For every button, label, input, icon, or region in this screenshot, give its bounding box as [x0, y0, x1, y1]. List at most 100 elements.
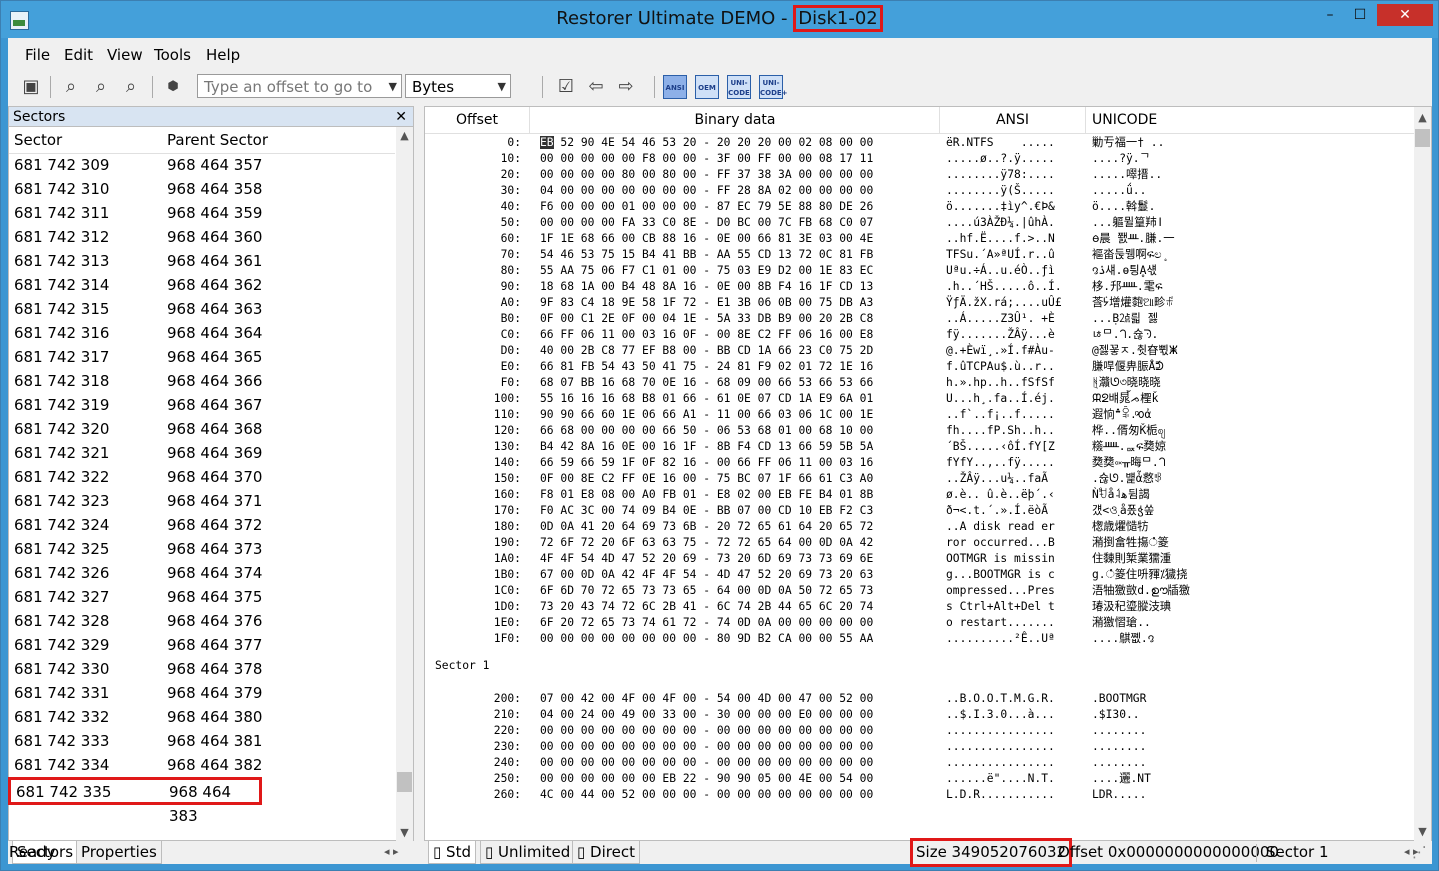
- hex-line-bytes[interactable]: 67 00 0D 0A 42 4F 4F 54 - 4D 47 52 20 69…: [540, 567, 873, 583]
- hex-line-ansi[interactable]: ....ú3ÀŽÐ¼.|ûhÀ.: [946, 215, 1055, 231]
- hex-line-unicode[interactable]: ...Ḅ㍚릛 젫: [1092, 311, 1158, 327]
- hex-line-ansi[interactable]: ompressed...Pres: [946, 583, 1055, 599]
- hex-line-ansi[interactable]: ´BŠ.....‹ôÍ.fY[Z: [946, 439, 1055, 455]
- hex-line-ansi[interactable]: ..f`..f¡..f.....: [946, 407, 1055, 423]
- hex-line-unicode[interactable]: @젫꾷ﾸ.췻昚쀣ⵥ: [1092, 343, 1178, 359]
- table-row[interactable]: 681 742 328 968 464 376: [9, 609, 395, 633]
- table-row[interactable]: 681 742 333 968 464 381: [9, 729, 395, 753]
- menu-file[interactable]: File: [25, 46, 50, 64]
- hex-line-unicode[interactable]: 奦奦༟ᚂ晦ᄆ.ᘃ: [1092, 455, 1165, 471]
- hex-line-bytes[interactable]: 90 90 66 60 1E 06 66 A1 - 11 00 66 03 06…: [540, 407, 873, 423]
- hex-line-ansi[interactable]: ..Á.....Z3Û¹. +È: [946, 311, 1055, 327]
- ansi-encoding-button[interactable]: ANSI: [663, 75, 687, 99]
- hex-line-ansi[interactable]: f.ûTCPAu$.ù..r..: [946, 359, 1055, 375]
- title-bar[interactable]: Restorer Ultimate DEMO - Disk1-02 – ☐ ✕: [1, 1, 1438, 38]
- hex-line-unicode[interactable]: 䙔畓둕뮁啊ፍಲ﮻: [1092, 247, 1167, 263]
- find-previous-icon[interactable]: ⌕: [118, 74, 144, 100]
- hex-line-ansi[interactable]: fÿ.......ŽÂÿ...è: [946, 327, 1055, 343]
- scroll-down-icon[interactable]: ▼: [396, 826, 413, 839]
- hex-line-unicode[interactable]: 浯牰獥敳d.ഊ牐獥: [1092, 583, 1190, 599]
- hex-line-unicode[interactable]: ਍⁁楤歳爠慥⁤牥: [1092, 519, 1149, 535]
- hex-line-bytes[interactable]: F0 AC 3C 00 74 09 B4 0E - BB 07 00 CD 10…: [540, 503, 873, 519]
- save-icon[interactable]: ▣: [18, 74, 44, 100]
- scroll-down-icon[interactable]: ▼: [1414, 825, 1431, 838]
- hex-line-ansi[interactable]: g...BOOTMGR is c: [946, 567, 1055, 583]
- chevron-down-icon[interactable]: ▼: [498, 75, 506, 99]
- hex-line-bytes[interactable]: 6F 20 72 65 73 74 61 72 - 74 0D 0A 00 00…: [540, 615, 873, 631]
- hex-line-ansi[interactable]: L.D.R...........: [946, 787, 1055, 803]
- hex-line-bytes[interactable]: 4C 00 44 00 52 00 00 00 - 00 00 00 00 00…: [540, 787, 873, 803]
- hex-line-ansi[interactable]: ..A disk read er: [946, 519, 1055, 535]
- hex-line-unicode[interactable]: 䊴ᚊ.἖ퟢፍ奦婛: [1092, 439, 1166, 455]
- table-row[interactable]: 681 742 324 968 464 372: [9, 513, 395, 537]
- column-header-sector[interactable]: Sector: [14, 127, 62, 153]
- hex-line-unicode[interactable]: 걨<ও຺ǻ퐀ჭ쏲: [1092, 503, 1154, 519]
- hex-line-unicode[interactable]: g.ഀ䈊住呏䝍⁒獩挠: [1092, 567, 1188, 583]
- check-icon[interactable]: ☑: [553, 74, 579, 100]
- hex-line-unicode[interactable]: .....ǘ..: [1092, 183, 1146, 199]
- minimize-button[interactable]: –: [1315, 4, 1345, 26]
- menu-tools[interactable]: Tools: [154, 46, 191, 64]
- hex-line-unicode[interactable]: 遐恦؞ꅦ.ͦᰆἀ: [1092, 407, 1151, 423]
- hex-line-unicode[interactable]: ....鶀쪲.꩕: [1092, 631, 1154, 647]
- hex-line-ansi[interactable]: ø.è.. û.è..ëþ´.‹: [946, 487, 1055, 503]
- hex-line-bytes[interactable]: 66 68 00 00 00 00 66 50 - 06 53 68 01 00…: [540, 423, 873, 439]
- hex-line-unicode[interactable]: ᙕᘖ뱨晁้ᨍ檉ǩ: [1092, 391, 1158, 407]
- scroll-thumb[interactable]: [1415, 129, 1430, 147]
- hex-line-bytes[interactable]: 1F 1E 68 66 00 CB 88 16 - 0E 00 66 81 3E…: [540, 231, 873, 247]
- table-row[interactable]: 681 742 334 968 464 382: [9, 753, 395, 777]
- sectors-scrollbar[interactable]: ▲ ▼: [396, 127, 413, 842]
- menu-edit[interactable]: Edit: [64, 46, 93, 64]
- oem-encoding-button[interactable]: OEM: [695, 75, 719, 99]
- hex-line-bytes[interactable]: 4F 4F 54 4D 47 52 20 69 - 73 20 6D 69 73…: [540, 551, 873, 567]
- hex-line-bytes[interactable]: 04 00 24 00 49 00 33 00 - 30 00 00 00 E0…: [540, 707, 873, 723]
- hex-line-bytes[interactable]: F6 00 00 00 01 00 00 00 - 87 EC 79 5E 88…: [540, 199, 873, 215]
- hex-line-bytes[interactable]: 66 59 66 59 1F 0F 82 16 - 00 66 FF 06 11…: [540, 455, 873, 471]
- hex-line-bytes[interactable]: 68 07 BB 16 68 70 0E 16 - 68 09 00 66 53…: [540, 375, 873, 391]
- hex-line-bytes[interactable]: 72 6F 72 20 6F 63 63 75 - 72 72 65 64 00…: [540, 535, 873, 551]
- table-row[interactable]: 681 742 331 968 464 379: [9, 681, 395, 705]
- stop-icon[interactable]: ⬢: [160, 74, 186, 100]
- hex-line-bytes[interactable]: EB 52 90 4E 54 46 53 20 - 20 20 20 00 02…: [540, 135, 873, 151]
- table-row[interactable]: 681 742 312 968 464 360: [9, 225, 395, 249]
- hex-line-unicode[interactable]: 栘.䢴ᚊ.雮἖ፍ: [1092, 279, 1162, 295]
- hex-line-bytes[interactable]: 40 00 2B C8 77 EF B8 00 - BB CD 1A 66 23…: [540, 343, 873, 359]
- hex-line-ansi[interactable]: ð¬<.t.´.».Í.ëòÃ: [946, 503, 1048, 519]
- hex-line-unicode[interactable]: ö....斡鬘.: [1092, 199, 1155, 215]
- column-header-parent-sector[interactable]: Parent Sector: [167, 127, 268, 153]
- hex-line-unicode[interactable]: 勦亐福一† ..: [1092, 135, 1164, 151]
- hex-line-ansi[interactable]: .....ø..?.ÿ.....: [946, 151, 1055, 167]
- table-row[interactable]: 681 742 313 968 464 361: [9, 249, 395, 273]
- close-icon[interactable]: ✕: [395, 107, 407, 127]
- hex-line-unicode[interactable]: 潲⁲捯畣牲摥ഀ䈊: [1092, 535, 1169, 551]
- column-header-ansi[interactable]: ANSI: [940, 107, 1085, 133]
- hex-line-bytes[interactable]: 07 00 42 00 4F 00 4F 00 - 54 00 4D 00 47…: [540, 691, 873, 707]
- hex-line-bytes[interactable]: 0F 00 8E C2 FF 0E 16 00 - 75 BC 07 1F 66…: [540, 471, 873, 487]
- hex-line-bytes[interactable]: 66 81 FB 54 43 50 41 75 - 24 81 F9 02 01…: [540, 359, 873, 375]
- hex-line-unicode[interactable]: LDR.....: [1092, 787, 1146, 803]
- hex-line-bytes[interactable]: 04 00 00 00 00 00 00 00 - FF 28 8A 02 00…: [540, 183, 873, 199]
- table-row[interactable]: 681 742 332 968 464 380: [9, 705, 395, 729]
- hex-line-bytes[interactable]: 00 00 00 00 00 F8 00 00 - 3F 00 FF 00 00…: [540, 151, 873, 167]
- table-row[interactable]: 681 742 316 968 464 364: [9, 321, 395, 345]
- table-row[interactable]: 681 742 318 968 464 366: [9, 369, 395, 393]
- hex-line-ansi[interactable]: ................: [946, 755, 1055, 771]
- scroll-up-icon[interactable]: ▲: [1414, 111, 1431, 124]
- hex-scrollbar[interactable]: ▲ ▼: [1414, 107, 1431, 842]
- table-row[interactable]: 681 742 311 968 464 359: [9, 201, 395, 225]
- hex-line-unicode[interactable]: 膁哻偃畁脤Ǻᕲ: [1092, 359, 1164, 375]
- hex-line-bytes[interactable]: 55 16 16 16 68 B8 01 66 - 61 0E 07 CD 1A…: [540, 391, 873, 407]
- hex-line-bytes[interactable]: 00 00 00 00 FA 33 C0 8E - D0 BC 00 7C FB…: [540, 215, 873, 231]
- hex-line-unicode[interactable]: ⁳瑃汲䄫瑬䐫汥琠: [1092, 599, 1171, 615]
- hex-line-ansi[interactable]: OOTMGR is missin: [946, 551, 1055, 567]
- unicode-encoding-button[interactable]: UNI-CODE: [727, 75, 751, 99]
- maximize-button[interactable]: ☐: [1345, 4, 1375, 26]
- hex-line-unicode[interactable]: ﾦᄆ.ᘃ.슎ᘆ.: [1092, 327, 1158, 343]
- hex-line-bytes[interactable]: 0F 00 C1 2E 0F 00 04 1E - 5A 33 DB B9 00…: [540, 311, 873, 327]
- hex-line-bytes[interactable]: 66 FF 06 11 00 03 16 0F - 00 8E C2 FF 06…: [540, 327, 873, 343]
- hex-line-bytes[interactable]: 00 00 00 00 00 00 00 00 - 00 00 00 00 00…: [540, 723, 873, 739]
- table-row[interactable]: 681 742 317 968 464 365: [9, 345, 395, 369]
- hex-line-unicode[interactable]: .....噿搢..: [1092, 167, 1162, 183]
- hex-line-unicode[interactable]: ........: [1092, 723, 1146, 739]
- scroll-thumb[interactable]: [397, 772, 412, 792]
